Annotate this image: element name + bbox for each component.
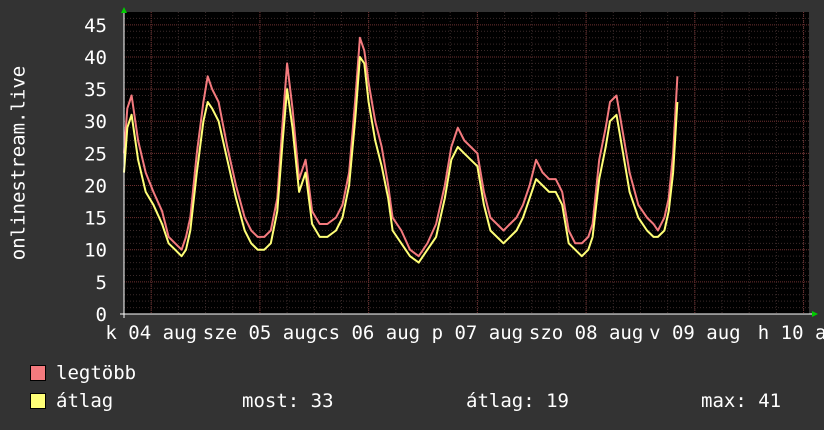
stat-average: átlag: 19 xyxy=(466,390,569,412)
stat-now: most: 33 xyxy=(242,390,334,412)
x-tick-label: sze 05 aug xyxy=(203,322,317,344)
y-axis-label: onlinestream.live xyxy=(8,66,30,260)
x-tick-label: p 07 aug xyxy=(432,322,524,344)
y-tick-label: 10 xyxy=(84,240,107,262)
stat-max: max: 41 xyxy=(701,390,782,412)
x-tick-label: cs 06 aug xyxy=(317,322,420,344)
x-tick-label: h 10 aug xyxy=(758,322,824,344)
y-tick-label: 45 xyxy=(84,15,107,37)
legend-item-avg: átlag xyxy=(30,390,113,412)
y-tick-label: 35 xyxy=(84,79,107,101)
legend-item-max: legtöbb xyxy=(30,362,136,384)
y-tick-labels: 051015202530354045 xyxy=(84,15,107,326)
x-tick-labels: k 04 aug sze 05 aug cs 06 aug p 07 aug szo 0… xyxy=(105,322,824,344)
legend-label-avg: átlag xyxy=(56,390,114,412)
y-axis-arrow-icon xyxy=(121,7,127,13)
legend-label-max: legtöbb xyxy=(56,362,137,384)
x-tick-label: k 04 aug xyxy=(105,322,197,344)
legend-swatch-avg xyxy=(30,393,46,409)
y-tick-label: 30 xyxy=(84,111,107,133)
y-tick-label: 40 xyxy=(84,47,107,69)
legend-swatch-max xyxy=(30,365,46,381)
x-tick-label: v 09 aug xyxy=(649,322,741,344)
y-tick-label: 20 xyxy=(84,175,107,197)
y-tick-label: 5 xyxy=(96,272,107,294)
y-tick-label: 15 xyxy=(84,208,107,230)
y-tick-label: 25 xyxy=(84,143,107,165)
x-tick-label: szo 08 aug xyxy=(529,322,643,344)
x-axis-arrow-icon xyxy=(812,311,818,317)
